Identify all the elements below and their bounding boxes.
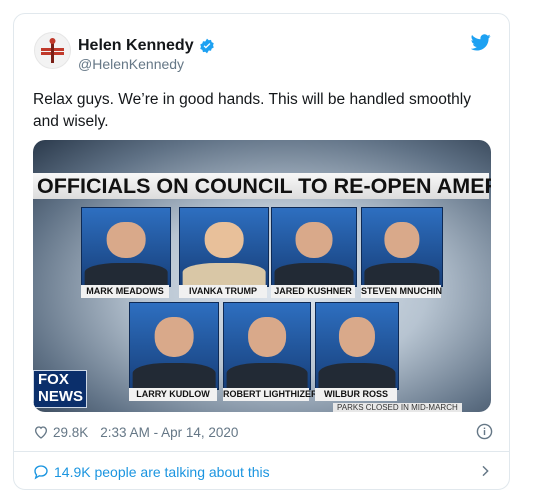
- name-plate: ROBERT LIGHTHIZER: [223, 388, 318, 401]
- author-name[interactable]: Helen Kennedy: [78, 37, 194, 55]
- chevron-right-icon[interactable]: [477, 463, 493, 479]
- verified-badge-icon: [199, 38, 214, 54]
- photo-jared-kushner: [271, 207, 357, 287]
- name-plate: JARED KUSHNER: [271, 285, 355, 298]
- info-icon[interactable]: [476, 423, 493, 440]
- heart-icon[interactable]: [33, 424, 49, 440]
- divider: [14, 451, 509, 452]
- conversation-link[interactable]: 14.9K people are talking about this: [33, 462, 493, 482]
- conversation-text[interactable]: 14.9K people are talking about this: [54, 464, 270, 480]
- photo-steven-mnuchin: [361, 207, 443, 287]
- name-plate: IVANKA TRUMP: [179, 285, 267, 298]
- speech-bubble-icon: [34, 465, 48, 480]
- news-ticker: PARKS CLOSED IN MID-MARCH: [333, 403, 462, 412]
- tweet-media-image[interactable]: OFFICIALS ON COUNCIL TO RE-OPEN AMERICA …: [33, 140, 491, 412]
- photo-wilbur-ross: [315, 302, 399, 390]
- tweet-timestamp[interactable]: 2:33 AM - Apr 14, 2020: [100, 425, 238, 440]
- fox-logo-top: FOX: [38, 371, 69, 388]
- photo-ivanka-trump: [179, 207, 269, 287]
- tweet-card: Helen Kennedy @HelenKennedy Relax guys. …: [13, 13, 510, 490]
- author-name-row[interactable]: Helen Kennedy: [78, 37, 215, 55]
- name-plate: WILBUR ROSS: [315, 388, 397, 401]
- news-banner: OFFICIALS ON COUNCIL TO RE-OPEN AMERICA: [33, 173, 491, 199]
- name-plate: MARK MEADOWS: [81, 285, 169, 298]
- photo-mark-meadows: [81, 207, 171, 287]
- name-plate: STEVEN MNUCHIN: [361, 285, 443, 298]
- like-button[interactable]: 29.8K: [33, 424, 88, 440]
- like-count: 29.8K: [53, 424, 89, 440]
- name-plate: LARRY KUDLOW: [129, 388, 217, 401]
- photo-larry-kudlow: [129, 302, 219, 390]
- fox-logo-bottom: NEWS: [38, 388, 83, 405]
- twitter-bird-icon[interactable]: [471, 34, 491, 51]
- author-handle[interactable]: @HelenKennedy: [78, 56, 184, 72]
- fox-news-logo: FOX NEWS: [33, 370, 87, 408]
- avatar-logo-icon: [41, 38, 64, 63]
- tweet-text: Relax guys. We’re in good hands. This wi…: [33, 91, 471, 130]
- tweet-meta: 29.8K 2:33 AM - Apr 14, 2020: [33, 422, 493, 442]
- avatar[interactable]: [34, 32, 71, 69]
- photo-robert-lighthizer: [223, 302, 311, 390]
